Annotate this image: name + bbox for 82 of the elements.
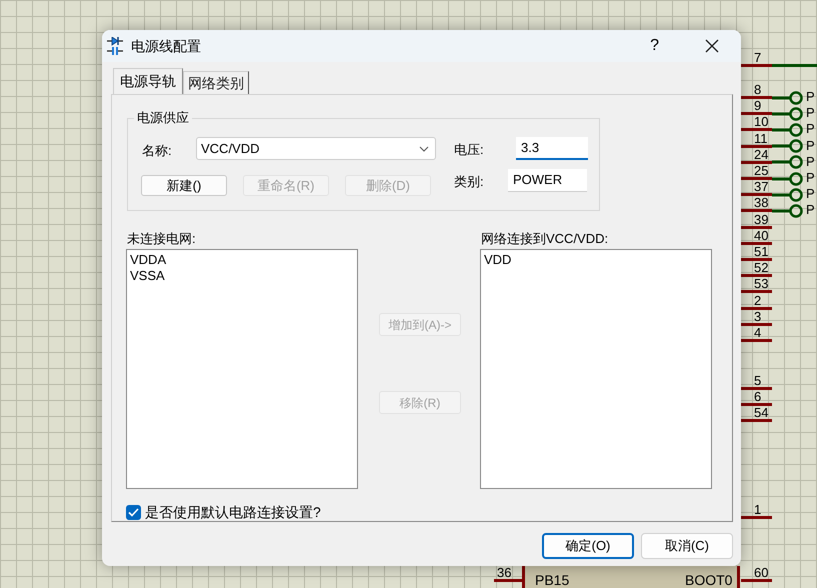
pin-line xyxy=(741,96,772,99)
checkbox-label: 是否使用默认电路连接设置? xyxy=(145,503,321,522)
pin-line xyxy=(741,403,772,406)
pin-number: 60 xyxy=(754,566,768,580)
pin-line xyxy=(741,144,772,148)
pin-label: PB15 xyxy=(535,573,570,588)
pin-number: 53 xyxy=(754,277,768,292)
connected-list[interactable]: VDD xyxy=(480,249,712,489)
pin-line xyxy=(741,306,772,310)
dialog-button[interactable]: 取消(C) xyxy=(641,533,733,559)
close-icon[interactable] xyxy=(705,39,719,53)
wire-line xyxy=(772,64,817,67)
terminal-label: P xyxy=(806,138,815,153)
tab[interactable]: 网络类别 xyxy=(183,71,249,94)
pin-line xyxy=(741,177,772,180)
pin-number: 25 xyxy=(754,164,768,178)
pin-line xyxy=(741,419,772,422)
list-item[interactable]: VDDA xyxy=(130,252,354,268)
tab[interactable]: 电源导轨 xyxy=(113,68,183,94)
pin-line xyxy=(741,322,772,326)
pin-line xyxy=(741,193,772,196)
diode-capacitor-icon xyxy=(107,37,123,55)
pin-number: 36 xyxy=(497,566,512,580)
pin-number: 39 xyxy=(754,212,768,227)
pin-number: 2 xyxy=(754,294,762,308)
class-label: 类别: xyxy=(454,173,484,191)
pin-number: 52 xyxy=(754,261,768,276)
terminal-label: P xyxy=(806,90,815,104)
pin-number: 9 xyxy=(754,99,762,114)
pin-line xyxy=(741,258,772,261)
terminal-label: P xyxy=(806,171,815,185)
terminal-label: P xyxy=(806,187,815,202)
pin-number: 54 xyxy=(754,406,768,420)
terminal-label: P xyxy=(806,106,815,120)
pin-number: 40 xyxy=(754,228,768,243)
pin-number: 1 xyxy=(754,503,762,517)
pin-number: 38 xyxy=(754,196,768,210)
pin-line xyxy=(741,226,772,229)
pin-line xyxy=(741,128,772,132)
chevron-icon xyxy=(419,146,429,152)
window-title: 电源线配置 xyxy=(131,36,201,56)
pin-number: 5 xyxy=(754,374,762,388)
pin-line xyxy=(741,112,772,116)
dialog-button[interactable]: 确定(O) xyxy=(542,533,634,559)
pin-number: 37 xyxy=(754,180,768,194)
pin-line xyxy=(741,209,772,212)
pin-line xyxy=(741,274,772,278)
pin-number: 4 xyxy=(754,326,762,340)
pin-label: BOOT0 xyxy=(685,573,732,588)
pin-number: 7 xyxy=(754,51,762,65)
pin-line xyxy=(741,290,772,294)
pin-number: 3 xyxy=(754,310,762,324)
pin-line xyxy=(741,516,772,519)
pin-line xyxy=(741,339,772,342)
pin-line xyxy=(494,579,522,582)
unconnected-list[interactable]: VDDA VSSA xyxy=(126,249,358,489)
list-label: 未连接电网: xyxy=(127,230,196,248)
voltage-label: 电压: xyxy=(454,141,484,159)
terminal-label: P xyxy=(806,203,815,218)
list-item[interactable]: VSSA xyxy=(130,268,354,284)
pin-line xyxy=(741,160,772,164)
pin-number: 8 xyxy=(754,83,762,97)
pin-number: 6 xyxy=(754,390,762,404)
terminal-label: P xyxy=(806,122,815,136)
help-button[interactable]: ? xyxy=(650,34,659,58)
class-field[interactable]: POWER xyxy=(508,169,587,192)
terminal-label: P xyxy=(806,154,815,169)
pin-line xyxy=(741,242,772,245)
action-button[interactable]: 新建() xyxy=(141,175,227,196)
name-label: 名称: xyxy=(142,142,172,160)
name-dropdown[interactable]: VCC/VDD xyxy=(196,137,436,160)
list-label: 网络连接到VCC/VDD: xyxy=(481,230,608,248)
pin-line xyxy=(741,579,772,582)
voltage-field[interactable]: 3.3 xyxy=(516,137,588,160)
list-item[interactable]: VDD xyxy=(484,252,708,268)
pin-number: 11 xyxy=(754,132,768,146)
checkbox[interactable] xyxy=(126,505,141,520)
pin-number: 51 xyxy=(754,245,768,259)
pin-number: 10 xyxy=(754,115,768,130)
pin-line xyxy=(741,64,772,67)
pin-line xyxy=(741,387,772,390)
pin-number: 24 xyxy=(754,148,768,162)
